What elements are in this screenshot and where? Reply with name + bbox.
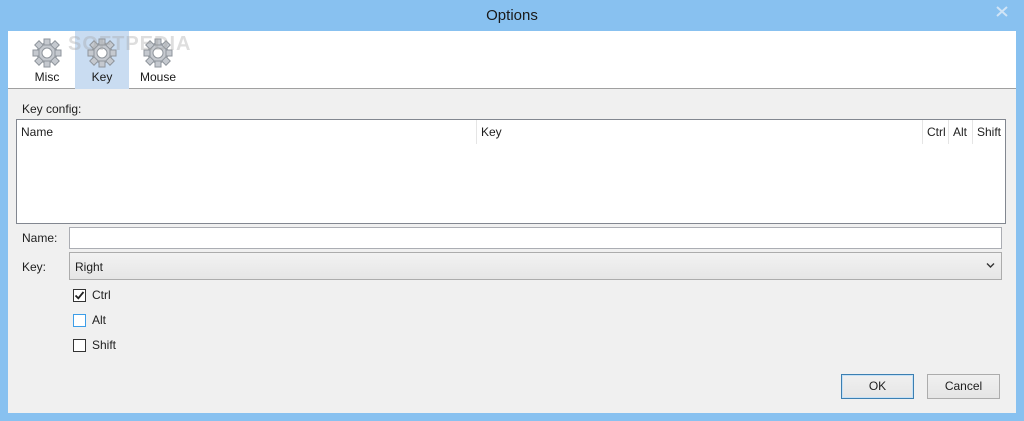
column-header-shift[interactable]: Shift	[973, 120, 1005, 144]
title-bar[interactable]: Options	[0, 0, 1024, 31]
toolbar-button-mouse[interactable]: Mouse	[136, 31, 180, 89]
key-config-label: Key config:	[22, 102, 82, 116]
alt-checkbox[interactable]: Alt	[73, 312, 106, 328]
options-window: Options Misc Key Mouse SOFTPEDIA Key con…	[0, 0, 1024, 421]
alt-label: Alt	[92, 313, 107, 327]
chevron-down-icon	[986, 263, 995, 268]
key-select-value: Right	[75, 260, 104, 274]
key-label: Key:	[22, 260, 47, 274]
close-button[interactable]	[986, 1, 1018, 21]
name-field[interactable]	[69, 227, 1002, 249]
column-header-alt[interactable]: Alt	[949, 120, 973, 144]
shift-checkbox[interactable]: Shift	[73, 337, 116, 353]
list-header: Name Key Ctrl Alt Shift	[17, 120, 1005, 144]
column-header-name[interactable]: Name	[17, 120, 477, 144]
options-toolbar: Misc Key Mouse SOFTPEDIA	[8, 31, 1016, 89]
ok-button[interactable]: OK	[841, 374, 914, 399]
name-label: Name:	[22, 231, 58, 245]
gear-icon	[32, 38, 62, 68]
shift-label: Shift	[92, 338, 117, 352]
ctrl-checkbox[interactable]: Ctrl	[73, 287, 111, 303]
toolbar-label-key: Key	[91, 70, 113, 84]
column-header-key[interactable]: Key	[477, 120, 923, 144]
ctrl-label: Ctrl	[92, 288, 111, 302]
checkbox-box[interactable]	[73, 288, 86, 302]
checkbox-box[interactable]	[73, 338, 86, 352]
window-title: Options	[486, 7, 538, 24]
toolbar-button-misc[interactable]: Misc	[26, 31, 68, 89]
toolbar-label-mouse: Mouse	[139, 70, 177, 84]
close-icon	[996, 5, 1008, 17]
dialog-body: Misc Key Mouse SOFTPEDIA Key config: Nam…	[8, 31, 1016, 413]
gear-icon	[143, 38, 173, 68]
toolbar-button-key[interactable]: Key	[75, 31, 129, 89]
key-config-list[interactable]: Name Key Ctrl Alt Shift	[16, 119, 1006, 224]
gear-icon	[87, 38, 117, 68]
cancel-button[interactable]: Cancel	[927, 374, 1000, 399]
toolbar-label-misc: Misc	[34, 70, 60, 84]
checkbox-box[interactable]	[73, 313, 86, 327]
checkmark-icon	[74, 290, 85, 300]
column-header-ctrl[interactable]: Ctrl	[923, 120, 949, 144]
key-select[interactable]: Right	[69, 252, 1002, 280]
